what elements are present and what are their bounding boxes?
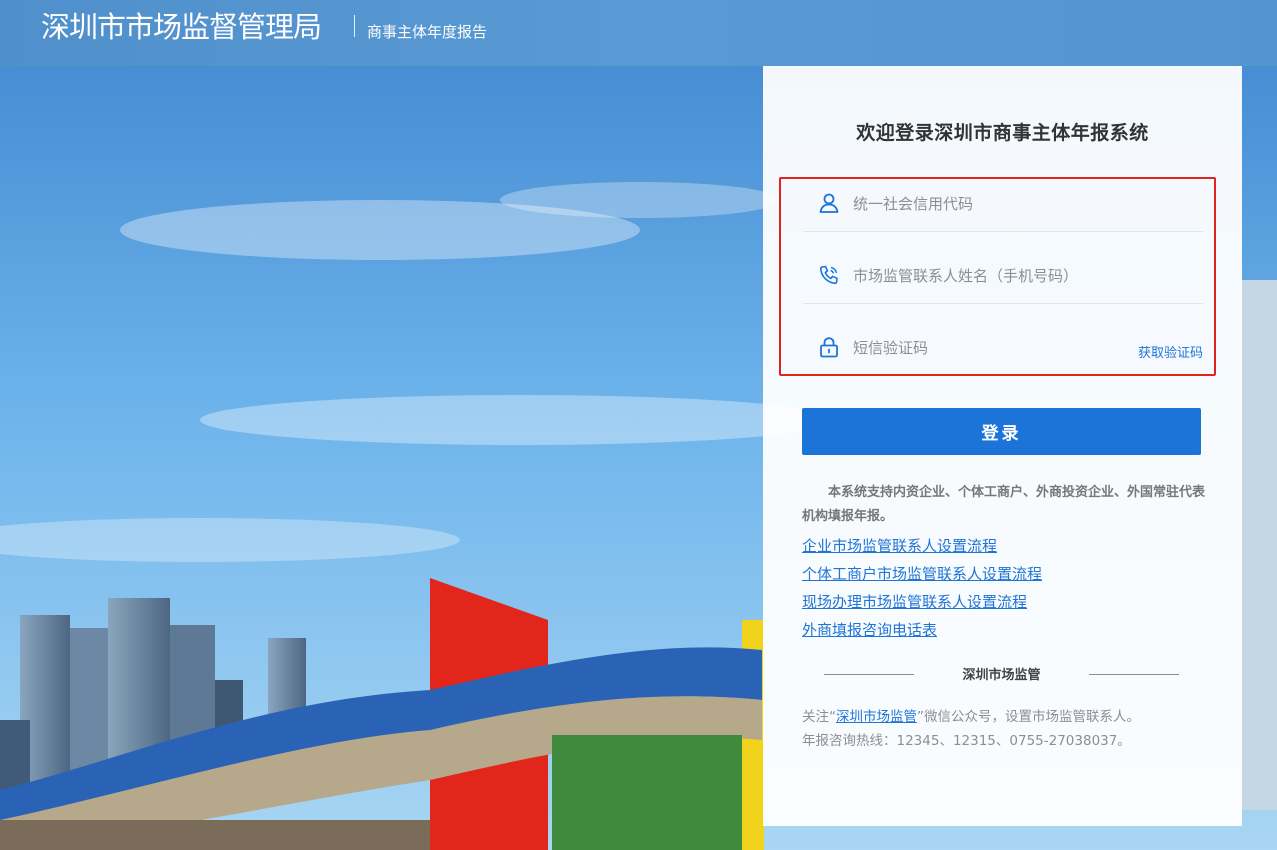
sms-code-input[interactable]: [851, 335, 1125, 361]
section-divider: 深圳市场监管: [824, 664, 1179, 684]
user-icon: [817, 191, 841, 215]
welcome-title: 欢迎登录深圳市商事主体年报系统: [856, 122, 1149, 144]
link-enterprise-contact-setup[interactable]: 企业市场监管联系人设置流程: [802, 532, 1208, 560]
hotline-text: 年报咨询热线：12345、12315、0755-27038037。: [802, 733, 1131, 749]
support-notice: 本系统支持内资企业、个体工商户、外商投资企业、外国常驻代表机构填报年报。: [802, 485, 1206, 524]
credit-code-field: [803, 179, 1203, 232]
link-foreign-hotline-table[interactable]: 外商填报咨询电话表: [802, 616, 1208, 644]
contact-input[interactable]: [851, 263, 1125, 289]
credit-code-input[interactable]: [851, 191, 1125, 217]
contact-field: [803, 251, 1203, 304]
system-name: 商事主体年度报告: [367, 23, 488, 41]
lock-icon: [817, 335, 841, 359]
phone-icon: [817, 263, 841, 287]
follow-prefix: 关注“: [802, 709, 836, 725]
guide-links: 企业市场监管联系人设置流程 个体工商户市场监管联系人设置流程 现场办理市场监管联…: [802, 532, 1208, 644]
org-name: 深圳市市场监督管理局: [41, 10, 322, 44]
header-divider: [354, 15, 355, 37]
sms-code-field: 获取验证码: [803, 323, 1203, 375]
get-code-button[interactable]: 获取验证码: [1138, 342, 1203, 361]
site-header: 深圳市市场监督管理局 商事主体年度报告: [0, 0, 1277, 66]
link-onsite-contact-setup[interactable]: 现场办理市场监管联系人设置流程: [802, 588, 1208, 616]
wechat-account-link[interactable]: 深圳市场监管: [836, 709, 917, 725]
divider-line-right: [1089, 674, 1179, 675]
login-button[interactable]: 登录: [802, 408, 1201, 455]
follow-suffix: ”微信公众号，设置市场监管联系人。: [917, 709, 1140, 725]
link-individual-contact-setup[interactable]: 个体工商户市场监管联系人设置流程: [802, 560, 1208, 588]
login-form-highlight: 获取验证码: [779, 177, 1216, 376]
follow-info: 关注“深圳市场监管”微信公众号，设置市场监管联系人。 年报咨询热线：12345、…: [802, 705, 1222, 753]
follow-line: 关注“深圳市场监管”微信公众号，设置市场监管联系人。: [802, 705, 1222, 729]
login-panel: 欢迎登录深圳市商事主体年报系统 统一社会信用代码 市场监管联系人姓名（手机号码）…: [763, 66, 1242, 826]
